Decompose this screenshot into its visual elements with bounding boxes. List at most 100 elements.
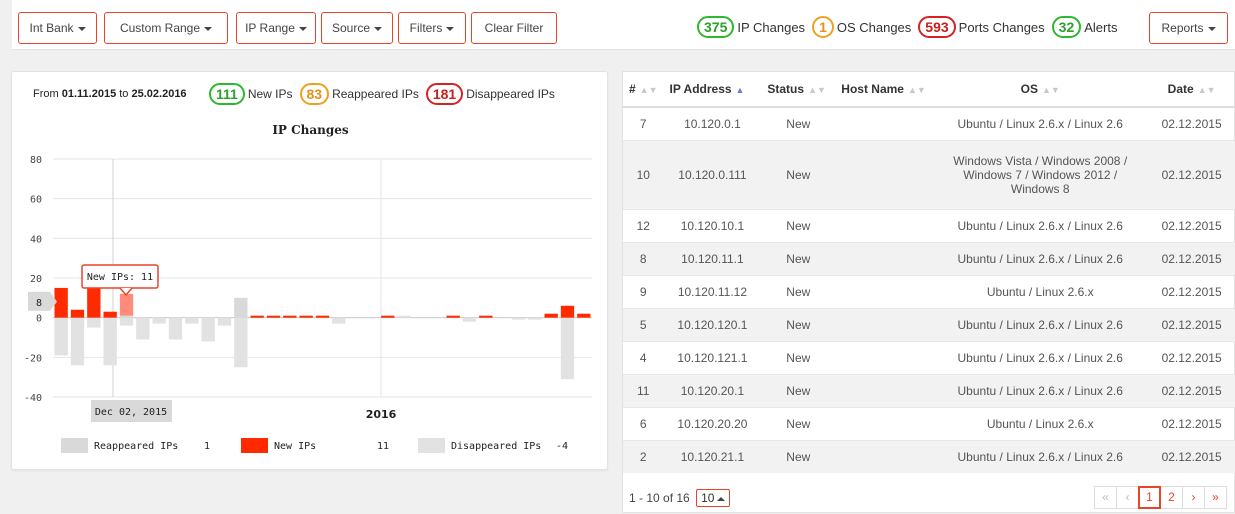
row-number: 12 [623,208,664,242]
col-ip-address[interactable]: IP Address ▲ [663,72,762,108]
y-tick-label: 60 [30,195,42,206]
ip-address-cell: 10.120.21.1 [663,439,762,473]
crosshair-date-label: Dec 02, 2015 [95,407,167,418]
status-cell: New [761,373,836,407]
os-cell: Ubuntu / Linux 2.6.x / Linux 2.6 [933,208,1148,242]
table-body: 7 10.120.0.1 New Ubuntu / Linux 2.6.x / Lin… [623,106,1235,473]
disappeared-bar [87,317,101,328]
table-row[interactable]: 6 10.120.20.20 New Ubuntu / Linux 2.6.x 02.1… [623,406,1235,440]
table-row[interactable]: 2 10.120.21.1 New Ubuntu / Linux 2.6.x / Li… [623,439,1235,473]
prev-page-button[interactable]: ‹ [1116,486,1139,509]
col-date[interactable]: Date ▲▼ [1147,72,1235,108]
legend-swatch [61,438,88,453]
table-row[interactable]: 5 10.120.120.1 New Ubuntu / Linux 2.6.x / L… [623,307,1235,341]
ip-changes-count[interactable]: 375 [697,16,735,38]
col-number[interactable]: # ▲▼ [623,72,664,108]
clear-filter-button[interactable]: Clear Filter [471,12,557,44]
ports-changes-label: Ports Changes [958,19,1045,35]
disappeared-bar [185,317,199,324]
col-os[interactable]: OS ▲▼ [933,72,1148,108]
page-1-button[interactable]: 1 [1138,486,1161,509]
table-row[interactable]: 12 10.120.10.1 New Ubuntu / Linux 2.6.x / L… [623,208,1235,242]
source-dropdown[interactable]: Source [321,12,393,44]
disappeared-bar [119,317,134,326]
ip-changes-label: IP Changes [737,19,806,35]
y-tick-label: 40 [30,234,42,245]
os-cell: Ubuntu / Linux 2.6.x / Linux 2.6 [933,307,1148,341]
row-number: 6 [623,406,664,440]
ip-table: # ▲▼ IP Address ▲ Status ▲▼ Host Name ▲▼ OS ▲… [623,72,1235,473]
table-row[interactable]: 9 10.120.11.12 New Ubuntu / Linux 2.6.x 02.1… [623,274,1235,308]
date-cell: 02.12.2015 [1147,373,1235,407]
page-size-dropdown[interactable]: 10 [696,489,731,507]
page-2-button[interactable]: 2 [1160,486,1183,509]
os-cell: Ubuntu / Linux 2.6.x [933,406,1148,440]
new-ips-bar [266,315,281,318]
table-row[interactable]: 10 10.120.0.111 New Windows Vista / Windows… [623,139,1235,209]
filters-dropdown[interactable]: Filters [398,12,466,44]
caret-down-icon [204,26,213,31]
new-ips-bar [119,293,134,316]
legend-value: 11 [377,441,389,452]
os-cell: Ubuntu / Linux 2.6.x / Linux 2.6 [933,373,1148,407]
tooltip-text: New IPs: 11 [87,272,153,283]
caret-down-icon [77,26,86,31]
status-cell: New [761,106,836,140]
ip-changes-chart[interactable]: -40 -20 0 20 40 60 80 2016 Dec 02, 2015 8 New IPs:… [12,72,609,471]
clear-filter-label: Clear Filter [484,21,544,35]
table-row[interactable]: 11 10.120.20.1 New Ubuntu / Linux 2.6.x / L… [623,373,1235,407]
table-row[interactable]: 8 10.120.11.1 New Ubuntu / Linux 2.6.x / Li… [623,241,1235,275]
col-ip-label: IP Address [669,82,732,96]
disappeared-bar [462,317,477,322]
row-number: 11 [623,373,664,407]
last-page-button[interactable]: » [1204,486,1227,509]
first-page-button[interactable]: « [1094,486,1117,509]
reports-dropdown[interactable]: Reports [1149,12,1228,44]
os-cell: Ubuntu / Linux 2.6.x / Linux 2.6 [933,439,1148,473]
table-row[interactable]: 7 10.120.0.1 New Ubuntu / Linux 2.6.x / Lin… [623,106,1235,140]
custom-range-dropdown[interactable]: Custom Range [104,12,228,44]
legend-label: Reappeared IPs [94,441,178,452]
date-cell: 02.12.2015 [1147,241,1235,275]
reports-label: Reports [1161,21,1204,35]
reappeared-bar [119,315,134,318]
toolbar: Int Bank Custom Range IP Range Source Fi… [12,0,1235,50]
legend-value: -4 [556,441,568,452]
status-cell: New [761,241,836,275]
int-bank-dropdown[interactable]: Int Bank [18,12,97,44]
pagination: « ‹ 1 2 › » [1094,486,1227,509]
host-name-cell [835,307,934,341]
alerts-label: Alerts [1084,19,1118,35]
table-row[interactable]: 4 10.120.121.1 New Ubuntu / Linux 2.6.x / L… [623,340,1235,374]
os-changes-count[interactable]: 1 [812,16,834,38]
disappeared-bar [217,317,232,326]
new-ips-bar [381,315,395,318]
status-cell: New [761,340,836,374]
ip-address-cell: 10.120.0.111 [663,139,762,209]
ports-changes-count[interactable]: 593 [918,16,956,38]
disappeared-bar [560,317,575,380]
legend-label: New IPs [274,441,316,452]
ip-address-cell: 10.120.11.12 [663,274,762,308]
ip-range-dropdown[interactable]: IP Range [236,12,316,44]
row-number: 7 [623,106,664,140]
new-ips-bar [446,315,460,318]
col-host-name[interactable]: Host Name ▲▼ [835,72,934,108]
next-page-button[interactable]: › [1182,486,1205,509]
disappeared-bar [397,315,411,318]
table-header-row: # ▲▼ IP Address ▲ Status ▲▼ Host Name ▲▼ OS ▲… [623,72,1235,108]
disappeared-bar [528,317,542,320]
alerts-count[interactable]: 32 [1051,16,1082,38]
status-cell: New [761,139,836,209]
summary-stats: 375 IP Changes 1 OS Changes 593 Ports Ch… [697,16,1124,38]
host-name-cell [835,406,934,440]
col-status[interactable]: Status ▲▼ [761,72,836,108]
disappeared-bar [103,317,117,366]
status-cell: New [761,406,836,440]
table-footer: 1 - 10 of 16 10 « ‹ 1 2 › » [623,480,1235,514]
y-tick-label: -40 [24,393,42,404]
host-name-cell [835,439,934,473]
new-ips-bar [283,315,297,318]
host-name-cell [835,241,934,275]
int-bank-label: Int Bank [29,21,74,35]
